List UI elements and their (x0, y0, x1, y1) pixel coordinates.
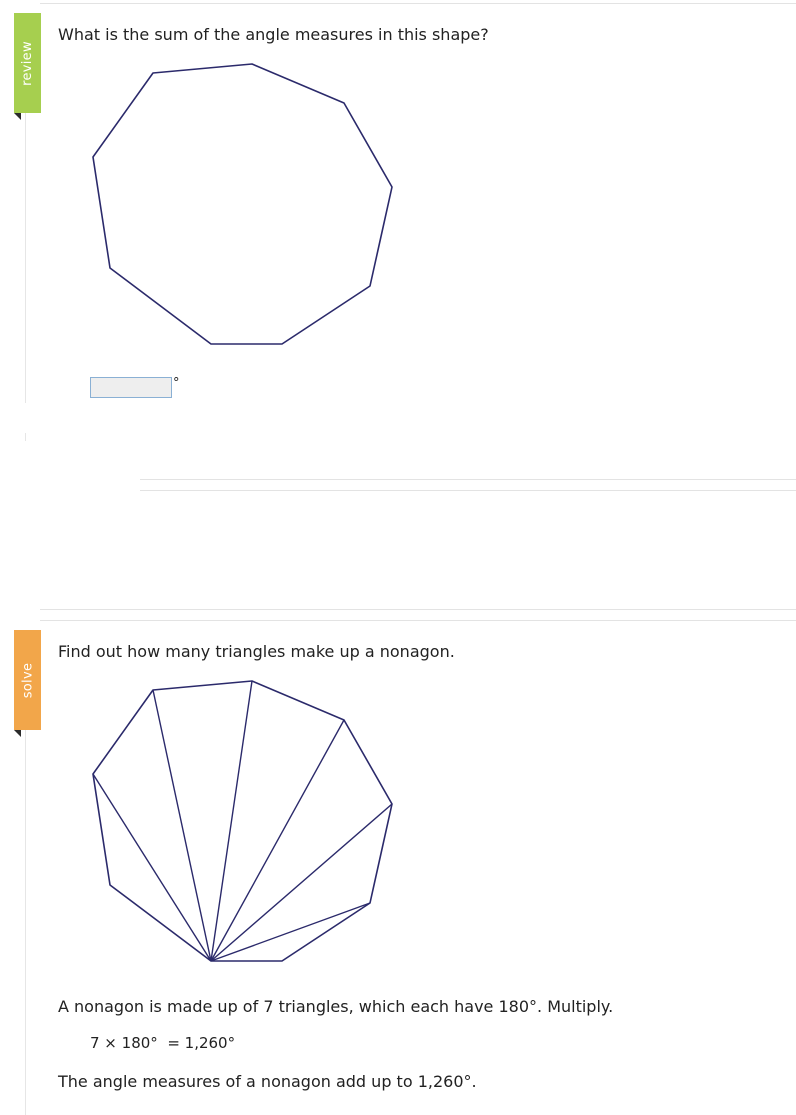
nonagon-outline (92, 680, 393, 962)
diagonal-line (92, 773, 212, 962)
diagonal-line (210, 902, 371, 962)
solve-explanation: A nonagon is made up of 7 triangles, whi… (58, 997, 614, 1016)
section-divider-1 (140, 479, 796, 480)
degree-symbol: ° (173, 376, 180, 391)
nonagon-outline (92, 63, 393, 345)
section-divider-2 (140, 490, 796, 491)
answer-row: ° (90, 377, 180, 398)
page: review What is the sum of the angle meas… (0, 0, 796, 1115)
diagonal-line (210, 719, 345, 962)
diagonal-line (210, 680, 253, 962)
solve-conclusion: The angle measures of a nonagon add up t… (58, 1072, 477, 1091)
angle-sum-input[interactable] (90, 377, 172, 398)
section-divider-3 (40, 609, 796, 610)
diagonal-line (210, 803, 393, 962)
diagonal-line (152, 689, 212, 962)
solve-equation: 7 × 180° = 1,260° (90, 1034, 236, 1052)
nonagon-figure (92, 63, 393, 345)
vertical-rule-fragment (25, 433, 26, 441)
nonagon-triangulated-figure (92, 680, 393, 962)
